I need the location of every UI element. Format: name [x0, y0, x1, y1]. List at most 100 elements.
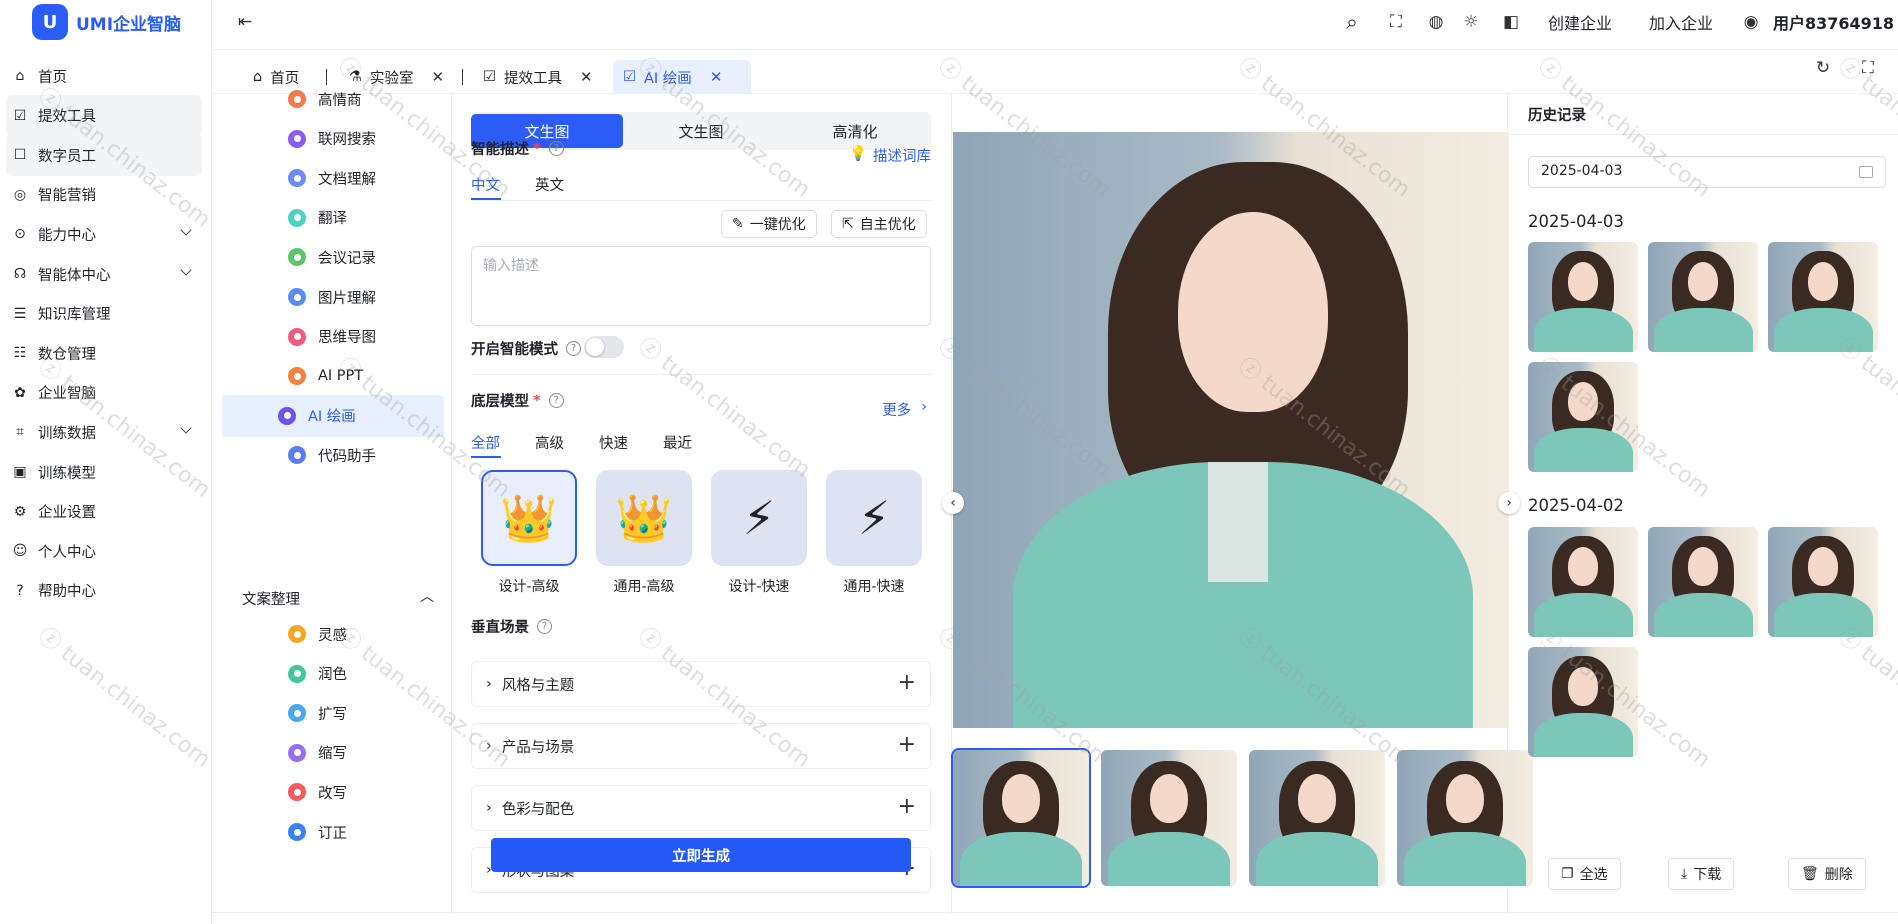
search-icon[interactable]: ⌕: [1342, 12, 1362, 33]
model-tab-recent[interactable]: 最近: [663, 432, 692, 453]
group-copywriting[interactable]: 文案整理: [242, 588, 300, 609]
history-thumbnail[interactable]: [1528, 647, 1638, 757]
calendar-icon[interactable]: [1859, 166, 1873, 178]
tab-ai-painting[interactable]: ☑ AI 绘画 ✕: [613, 60, 751, 94]
tool-item[interactable]: 思维导图: [222, 316, 444, 358]
nav-item[interactable]: ✿ 企业智脑: [0, 372, 212, 414]
help-icon[interactable]: ?: [566, 341, 581, 356]
history-thumbnail[interactable]: [1528, 242, 1638, 352]
nav-item[interactable]: ? 帮助中心: [0, 570, 212, 612]
fullscreen-icon[interactable]: ⛶: [1386, 12, 1406, 32]
tool-item[interactable]: 联网搜索: [222, 118, 444, 160]
model-general-advanced[interactable]: 👑 通用-高级: [596, 470, 692, 596]
chevron-down-icon[interactable]: [180, 224, 192, 237]
join-company-link[interactable]: 加入企业: [1649, 10, 1713, 34]
nav-item[interactable]: ☑ 提效工具: [6, 94, 202, 137]
history-thumbnail[interactable]: [1768, 242, 1878, 352]
model-general-fast[interactable]: ⚡ 通用-快速: [826, 470, 922, 596]
prev-image-button[interactable]: ‹: [942, 492, 964, 514]
history-date-picker[interactable]: 2025-04-03: [1528, 156, 1886, 188]
chevron-down-icon[interactable]: [180, 422, 192, 435]
plus-icon[interactable]: +: [898, 672, 916, 694]
preview-thumbnail[interactable]: [951, 748, 1091, 888]
tool-item[interactable]: 文档理解: [222, 157, 444, 199]
model-tab-fast[interactable]: 快速: [599, 432, 628, 453]
nav-item[interactable]: ☺ 个人中心: [0, 530, 212, 572]
nav-item[interactable]: ☷ 数仓管理: [0, 332, 212, 374]
nav-item[interactable]: ☰ 知识库管理: [0, 293, 212, 335]
help-icon[interactable]: ?: [548, 393, 564, 408]
plus-icon[interactable]: +: [898, 734, 916, 756]
preview-thumbnail[interactable]: [1101, 750, 1237, 886]
tool-item[interactable]: 翻译: [222, 197, 444, 239]
model-tab-advanced[interactable]: 高级: [535, 432, 564, 453]
tool-item[interactable]: AI 绘画: [222, 394, 444, 437]
tool-item[interactable]: 缩写: [222, 732, 444, 774]
scene-accordion[interactable]: › 色彩与配色 +: [471, 785, 931, 831]
tab-tools[interactable]: ☑ 提效工具 ✕: [473, 60, 603, 94]
tool-item[interactable]: 订正: [222, 811, 444, 853]
self-optimize-button[interactable]: ⇱ 自主优化: [831, 210, 927, 238]
lang-tab-cn[interactable]: 中文: [471, 174, 500, 195]
mode-upscale[interactable]: 高清化: [779, 114, 931, 148]
tool-item[interactable]: 高情商: [222, 78, 444, 120]
download-button[interactable]: ⤓ 下载: [1668, 858, 1735, 890]
tool-item[interactable]: 图片理解: [222, 276, 444, 318]
prompt-library-link[interactable]: 💡 描述词库: [849, 145, 931, 166]
lang-tab-en[interactable]: 英文: [535, 174, 564, 195]
tool-item[interactable]: AI PPT: [222, 355, 444, 397]
mode-text-to-image-2[interactable]: 文生图: [625, 114, 777, 148]
refresh-icon[interactable]: ↻: [1813, 58, 1833, 78]
tool-item[interactable]: 扩写: [222, 692, 444, 734]
close-icon[interactable]: ✕: [580, 68, 593, 86]
select-all-button[interactable]: ❐ 全选: [1548, 858, 1621, 890]
tool-item[interactable]: 润色: [222, 653, 444, 695]
user-avatar-icon[interactable]: ◉: [1741, 12, 1761, 32]
tool-item[interactable]: 灵感: [222, 613, 444, 655]
nav-item[interactable]: ☊ 智能体中心: [0, 253, 212, 295]
nav-item[interactable]: ⊙ 能力中心: [0, 213, 212, 255]
model-design-fast[interactable]: ⚡ 设计-快速: [711, 470, 807, 596]
generate-button[interactable]: 立即生成: [491, 838, 911, 872]
expand-icon[interactable]: ⛶: [1858, 58, 1878, 78]
main-preview-image[interactable]: [953, 132, 1509, 728]
history-thumbnail[interactable]: [1528, 527, 1638, 637]
nav-item[interactable]: ◎ 智能营销: [0, 174, 212, 216]
prompt-input[interactable]: 输入描述: [471, 246, 931, 326]
model-tab-all[interactable]: 全部: [471, 432, 500, 453]
model-design-advanced[interactable]: 👑 设计-高级: [481, 470, 577, 596]
layout-icon[interactable]: ◧: [1501, 12, 1521, 32]
help-icon[interactable]: ?: [537, 619, 552, 634]
history-thumbnail[interactable]: [1648, 242, 1758, 352]
history-thumbnail[interactable]: [1528, 362, 1638, 472]
collapse-icon[interactable]: ︿: [420, 586, 434, 606]
preview-thumbnail[interactable]: [1249, 750, 1385, 886]
tool-item[interactable]: 代码助手: [222, 434, 444, 476]
scene-accordion[interactable]: › 风格与主题 +: [471, 661, 931, 707]
history-thumbnail[interactable]: [1648, 527, 1758, 637]
delete-button[interactable]: 🗑 删除: [1788, 858, 1866, 890]
model-more-link[interactable]: 更多 ›: [882, 399, 927, 420]
theme-icon[interactable]: ☼: [1461, 12, 1481, 32]
history-thumbnail[interactable]: [1768, 527, 1878, 637]
smart-mode-toggle[interactable]: [584, 336, 624, 358]
nav-item[interactable]: ▣ 训练模型: [0, 451, 212, 493]
close-icon[interactable]: ✕: [710, 68, 723, 86]
nav-item[interactable]: ⌂ 首页: [0, 55, 212, 97]
language-icon[interactable]: ◍: [1426, 12, 1446, 32]
one-click-optimize-button[interactable]: ✎ 一键优化: [721, 210, 817, 238]
nav-item[interactable]: ☐ 数字员工: [6, 134, 202, 177]
username[interactable]: 用户83764918: [1773, 10, 1894, 34]
tool-item[interactable]: 会议记录: [222, 236, 444, 278]
chevron-down-icon[interactable]: [180, 264, 192, 276]
create-company-link[interactable]: 创建企业: [1548, 10, 1612, 34]
nav-item[interactable]: ⚙ 企业设置: [0, 491, 212, 533]
tool-item[interactable]: 改写: [222, 771, 444, 813]
scene-accordion[interactable]: › 产品与场景 +: [471, 723, 931, 769]
sidebar-collapse-icon[interactable]: ⇤: [235, 12, 255, 32]
nav-item[interactable]: ⌗ 训练数据: [0, 411, 212, 453]
plus-icon[interactable]: +: [898, 796, 916, 818]
nav-item-label: 企业智脑: [38, 386, 96, 403]
help-icon[interactable]: ?: [548, 141, 564, 156]
app-logo[interactable]: U UMI企业智脑: [32, 2, 181, 42]
